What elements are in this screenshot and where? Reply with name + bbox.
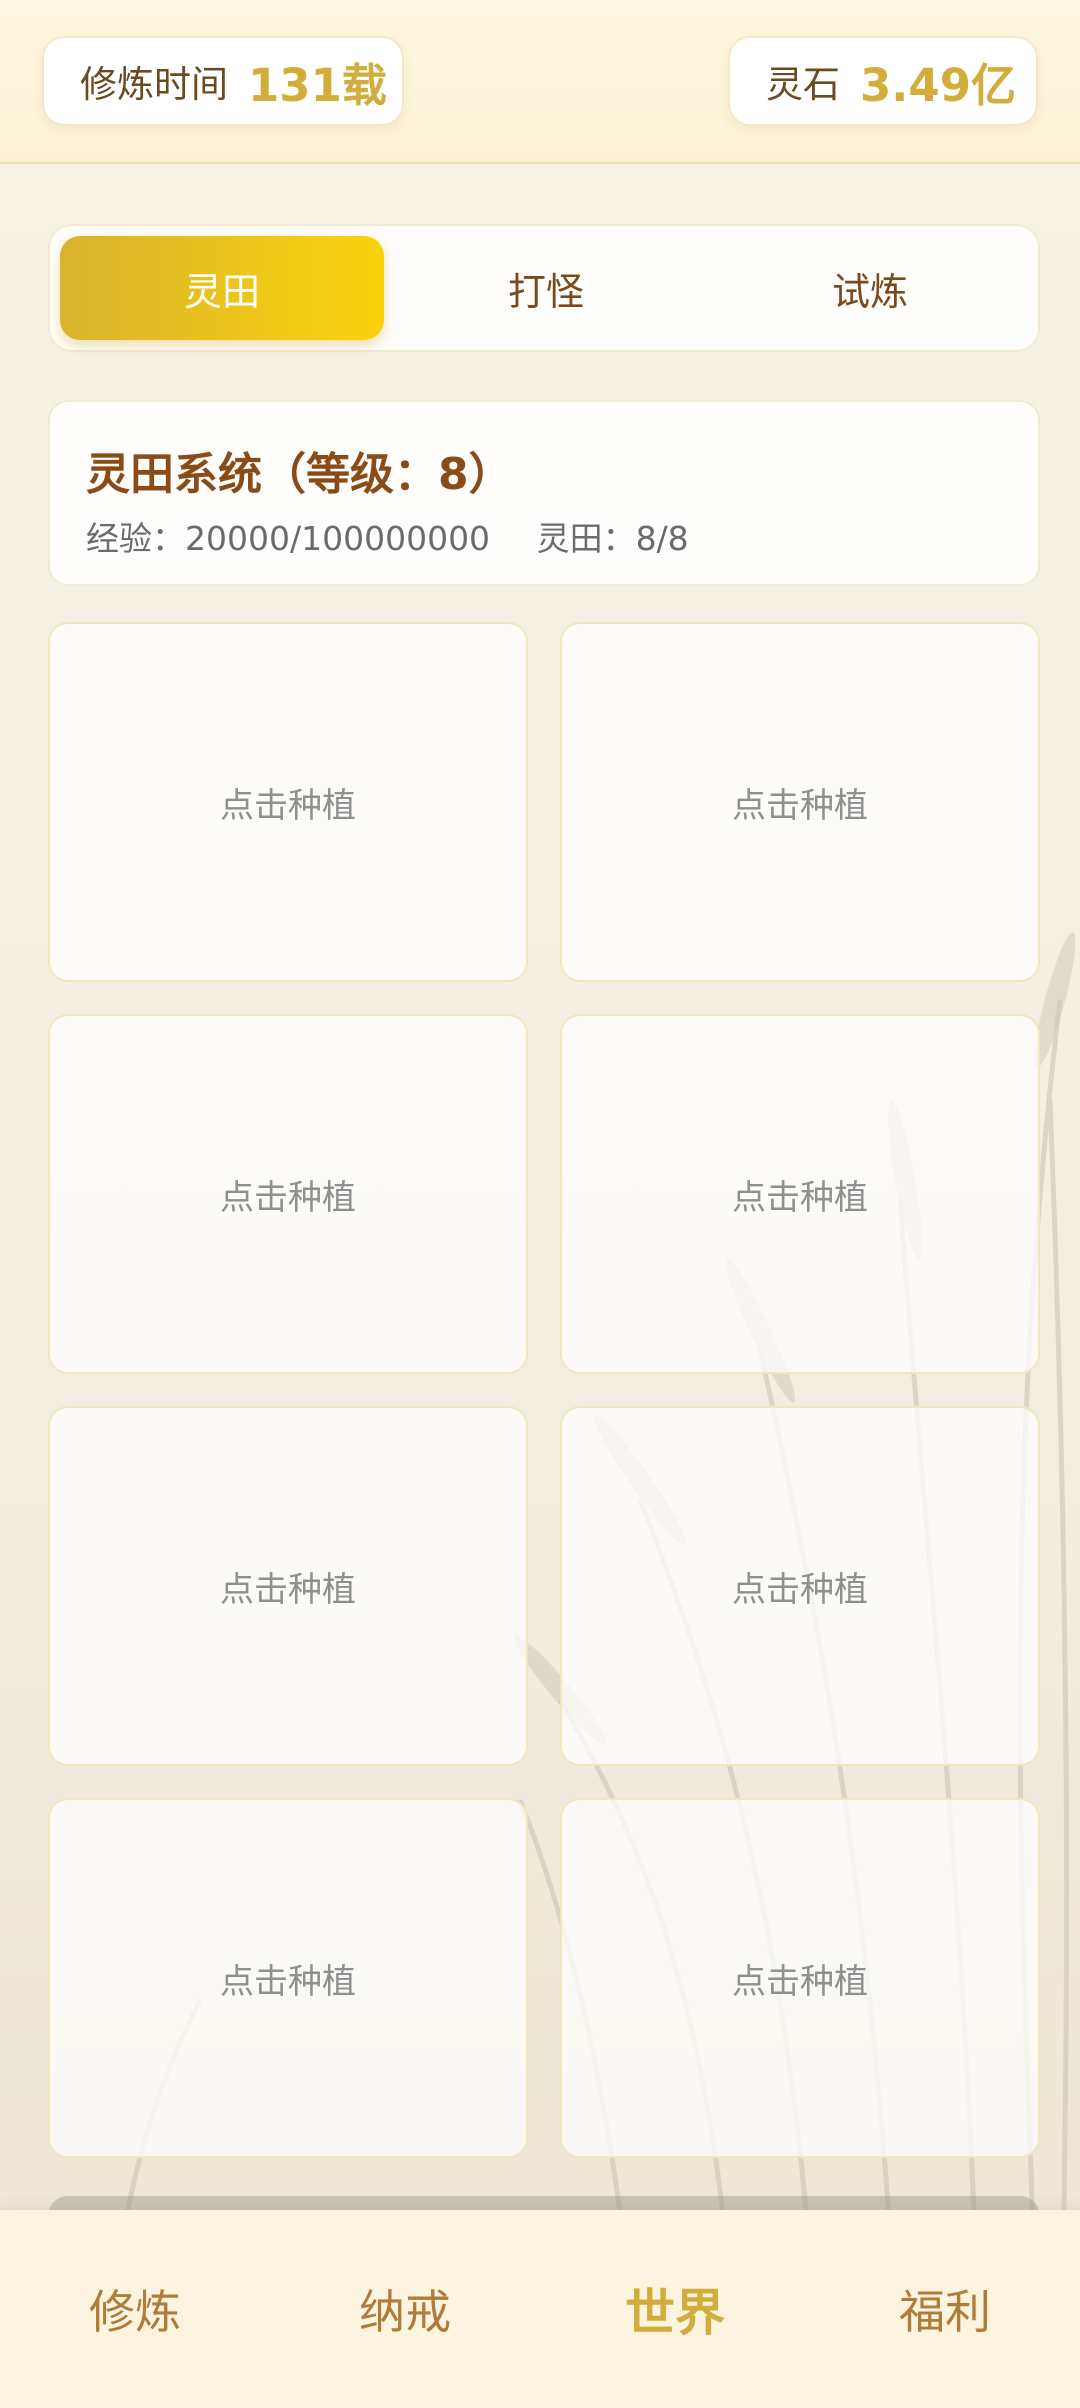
- tab-spirit-field[interactable]: 灵田: [60, 236, 384, 340]
- field-plot-5[interactable]: 点击种植: [48, 1406, 528, 1766]
- field-plot-4[interactable]: 点击种植: [560, 1014, 1040, 1374]
- field-plot-2[interactable]: 点击种植: [560, 622, 1040, 982]
- nav-storage-ring[interactable]: 纳戒: [270, 2210, 540, 2408]
- nav-welfare[interactable]: 福利: [810, 2210, 1080, 2408]
- tab-fight-monsters[interactable]: 打怪: [384, 236, 708, 340]
- tab-trial[interactable]: 试炼: [708, 236, 1032, 340]
- spirit-stone-pill: 灵石 3.49亿: [728, 36, 1038, 126]
- nav-cultivate[interactable]: 修炼: [0, 2210, 270, 2408]
- spirit-stone-label: 灵石: [766, 63, 840, 106]
- spirit-stone-value: 3.49亿: [860, 58, 1017, 112]
- cultivation-time-label: 修炼时间: [80, 63, 228, 106]
- cultivation-time-pill: 修炼时间 131载: [42, 36, 404, 126]
- field-plot-1[interactable]: 点击种植: [48, 622, 528, 982]
- field-plot-3[interactable]: 点击种植: [48, 1014, 528, 1374]
- cultivation-time-value: 131载: [248, 58, 387, 112]
- world-tab-bar: 灵田 打怪 试炼: [48, 224, 1040, 352]
- top-status-bar: 修炼时间 131载 灵石 3.49亿: [0, 0, 1080, 164]
- field-count-text: 灵田：8/8: [536, 519, 689, 558]
- field-system-title: 灵田系统（等级：8）: [86, 449, 513, 500]
- field-plot-7[interactable]: 点击种植: [48, 1798, 528, 2158]
- field-system-card: 灵田系统（等级：8） 经验：20000/100000000 灵田：8/8: [48, 400, 1040, 586]
- field-plot-6[interactable]: 点击种植: [560, 1406, 1040, 1766]
- field-plot-8[interactable]: 点击种植: [560, 1798, 1040, 2158]
- bottom-navigation: 修炼 纳戒 世界 福利: [0, 2210, 1080, 2408]
- nav-world[interactable]: 世界: [540, 2210, 810, 2408]
- field-system-stats: 经验：20000/100000000 灵田：8/8: [86, 512, 689, 560]
- experience-text: 经验：20000/100000000: [86, 519, 491, 558]
